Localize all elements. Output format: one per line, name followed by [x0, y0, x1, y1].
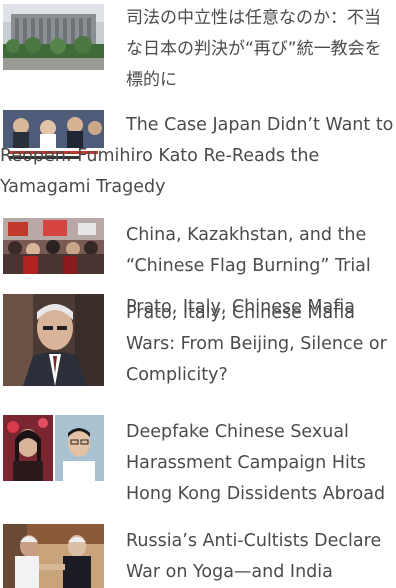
article-thumbnail-5[interactable]: [3, 415, 104, 481]
article-title-5[interactable]: Deepfake Chinese Sexual Harassment Campa…: [126, 417, 394, 510]
article-title-6[interactable]: Russia’s Anti-Cultists Declare War on Yo…: [126, 526, 394, 588]
article-item-2[interactable]: The Case Japan Didn’t Want to Reopen: Fu…: [0, 108, 396, 206]
article-item-4[interactable]: Prato, Italy, Chinese Mafia Prato, Italy…: [0, 294, 396, 406]
article-item-3[interactable]: China, Kazakhstan, and the “Chinese Flag…: [0, 218, 396, 282]
article-item-5[interactable]: Deepfake Chinese Sexual Harassment Campa…: [0, 415, 396, 515]
article-thumbnail-1[interactable]: [3, 4, 104, 70]
article-title-2[interactable]: The Case Japan Didn’t Want to Reopen: Fu…: [0, 110, 394, 203]
article-title-3[interactable]: China, Kazakhstan, and the “Chinese Flag…: [126, 220, 394, 282]
protest-crowd-image: [3, 218, 104, 274]
article-thumbnail-4[interactable]: [3, 294, 104, 386]
article-title-4[interactable]: Prato, Italy, Chinese Mafia Wars: From B…: [126, 298, 394, 391]
two-portraits-image: [3, 415, 104, 481]
article-title-1[interactable]: 司法の中立性は任意なのか：不当な日本の判決が“再び”統一教会を標的に: [126, 3, 394, 96]
courthouse-image: [3, 4, 104, 70]
article-item-6[interactable]: Russia’s Anti-Cultists Declare War on Yo…: [0, 524, 396, 588]
handshake-meeting-image: [3, 524, 104, 588]
article-item-1[interactable]: 司法の中立性は任意なのか：不当な日本の判決が“再び”統一教会を標的に: [0, 0, 396, 100]
article-thumbnail-3[interactable]: [3, 218, 104, 274]
man-portrait-image: [3, 294, 104, 386]
article-thumbnail-6[interactable]: [3, 524, 104, 588]
